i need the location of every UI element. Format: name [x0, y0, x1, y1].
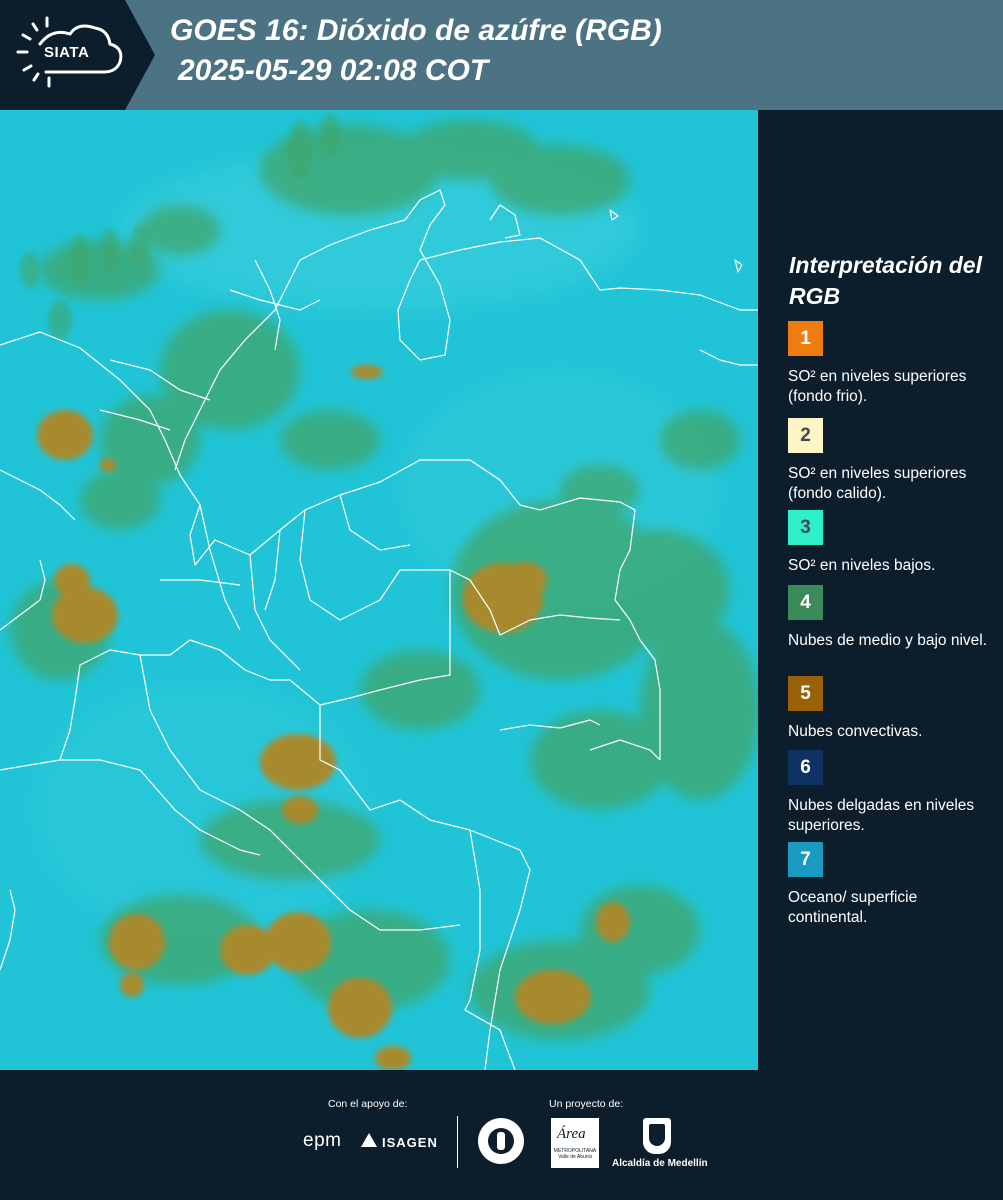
area-logo-title: Área: [557, 1126, 586, 1142]
isagen-icon: [361, 1133, 377, 1147]
footer: Con el apoyo de: Un proyecto de: epm ISA…: [0, 1070, 1003, 1200]
legend-item-4: 4 Nubes de medio y bajo nivel.: [788, 585, 993, 651]
area-metropolitana-logo: Área METROPOLITANA Valle de Aburrá: [551, 1118, 599, 1168]
legend-item-1: 1 SO² en niveles superiores (fondo frio)…: [788, 321, 993, 407]
legend-item-7: 7 Oceano/ superficie continental.: [788, 842, 993, 928]
legend-item-text: Nubes delgadas en niveles superiores.: [788, 797, 975, 834]
siata-logo-text: SIATA: [44, 44, 90, 61]
header-bar: SIATA GOES 16: Dióxido de azúfre (RGB) 2…: [0, 0, 1003, 110]
isagen-logo: ISAGEN: [382, 1135, 438, 1150]
project-label: Un proyecto de:: [549, 1098, 624, 1110]
support-label: Con el apoyo de:: [328, 1098, 408, 1110]
footer-divider: [457, 1116, 458, 1168]
legend-item-text: Nubes de medio y bajo nivel.: [788, 632, 988, 649]
legend-swatch: 5: [788, 676, 823, 711]
siata-logo: SIATA: [0, 0, 155, 110]
legend-swatch: 2: [788, 418, 823, 453]
legend-panel: Interpretación del RGB 1 SO² en niveles …: [760, 110, 1003, 1070]
legend-swatch: 6: [788, 750, 823, 785]
timestamp-title: 2025-05-29 02:08 COT: [178, 54, 489, 87]
legend-item-5: 5 Nubes convectivas.: [788, 676, 993, 742]
legend-swatch: 3: [788, 510, 823, 545]
page-title: GOES 16: Dióxido de azúfre (RGB): [170, 14, 662, 47]
medellin-seal-icon: [478, 1118, 524, 1164]
legend-item-2: 2 SO² en niveles superiores (fondo calid…: [788, 418, 993, 504]
alcaldia-shield-icon: [643, 1118, 671, 1154]
satellite-image: [0, 110, 758, 1070]
legend-item-3: 3 SO² en niveles bajos.: [788, 510, 993, 576]
alcaldia-label: Alcaldía de Medellín: [612, 1158, 708, 1169]
satellite-map: [0, 110, 758, 1070]
legend-swatch: 1: [788, 321, 823, 356]
legend-item-text: Nubes convectivas.: [788, 723, 923, 740]
legend-item-text: SO² en niveles bajos.: [788, 557, 936, 574]
epm-logo: epm: [303, 1130, 342, 1151]
legend-item-6: 6 Nubes delgadas en niveles superiores.: [788, 750, 993, 836]
legend-swatch: 7: [788, 842, 823, 877]
legend-item-text: SO² en niveles superiores (fondo frio).: [788, 368, 967, 405]
legend-title: Interpretación del RGB: [789, 252, 982, 309]
legend-swatch: 4: [788, 585, 823, 620]
legend-item-text: SO² en niveles superiores (fondo calido)…: [788, 465, 967, 502]
area-logo-subtitle: METROPOLITANA Valle de Aburrá: [553, 1148, 597, 1160]
legend-item-text: Oceano/ superficie continental.: [788, 889, 918, 926]
